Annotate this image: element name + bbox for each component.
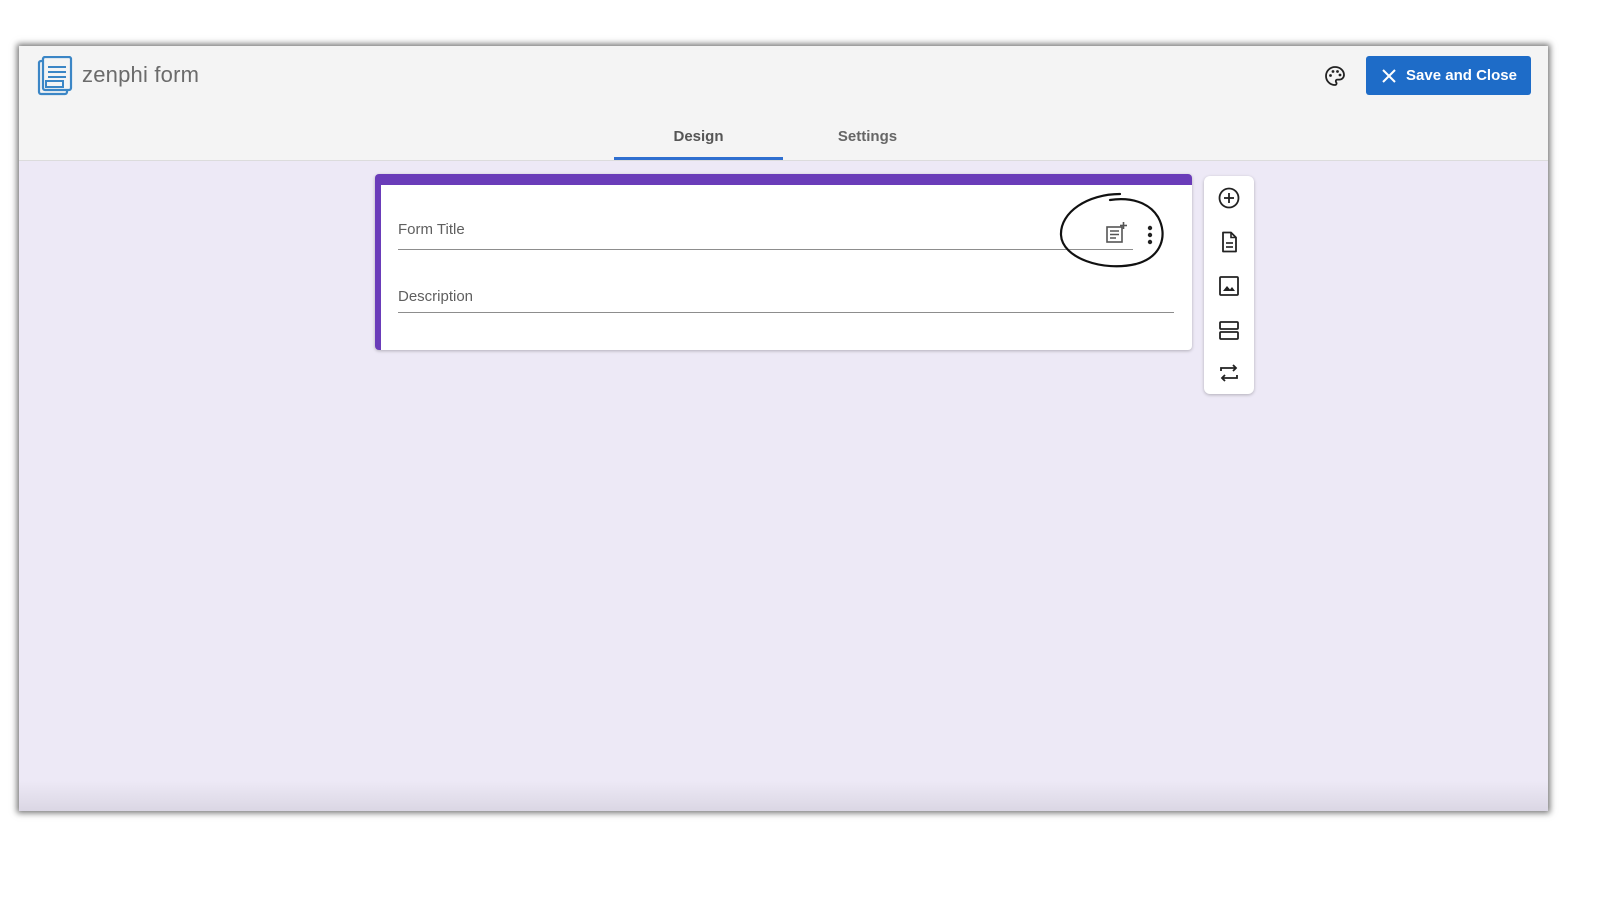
form-document-icon <box>37 56 73 96</box>
app-title: zenphi form <box>82 62 200 87</box>
app-header: zenphi form Save and Close Design Settin… <box>19 46 1548 161</box>
more-vert-icon[interactable] <box>1146 223 1154 247</box>
form-description-placeholder: Description <box>398 288 474 305</box>
swap-icon[interactable] <box>1217 361 1241 385</box>
save-and-close-button[interactable]: Save and Close <box>1366 56 1531 95</box>
add-note-icon[interactable] <box>1104 221 1128 245</box>
app-window: zenphi form Save and Close Design Settin… <box>19 46 1548 811</box>
document-icon[interactable] <box>1217 230 1241 254</box>
save-and-close-label: Save and Close <box>1406 67 1517 84</box>
add-circle-icon[interactable] <box>1217 186 1241 210</box>
section-icon[interactable] <box>1217 318 1241 342</box>
form-header-card: Form Title Description <box>375 174 1192 350</box>
form-title-placeholder: Form Title <box>398 221 465 238</box>
close-icon <box>1382 68 1396 83</box>
form-description-input[interactable]: Description <box>398 288 1174 313</box>
form-title-input[interactable]: Form Title <box>398 221 1133 250</box>
tab-design[interactable]: Design <box>614 112 783 160</box>
palette-icon[interactable] <box>1323 64 1347 88</box>
image-icon[interactable] <box>1217 274 1241 298</box>
side-toolbar <box>1204 176 1254 394</box>
bottom-shadow <box>19 781 1548 811</box>
tab-settings[interactable]: Settings <box>783 112 952 160</box>
